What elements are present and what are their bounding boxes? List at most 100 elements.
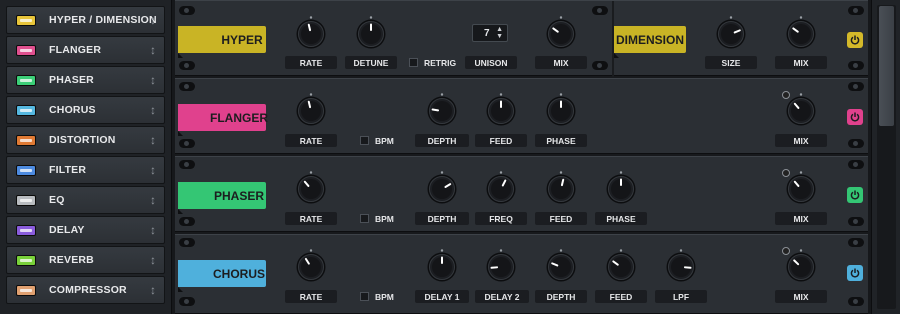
fx-list-item[interactable]: DELAY ↕ xyxy=(6,216,165,244)
fx-list-item-label: COMPRESSOR xyxy=(49,284,127,296)
fx-rack: HYPER RATE DETUNE RETRIG 7 ▲ ▼ UNISON MIX… xyxy=(175,0,868,314)
fx-led-icon[interactable] xyxy=(16,14,36,26)
phaser-depth-knob[interactable] xyxy=(425,171,459,205)
drag-handle-icon[interactable]: ↕ xyxy=(150,193,156,207)
chorus-bpm-label: BPM xyxy=(375,292,394,302)
fx-list-item[interactable]: DISTORTION ↕ xyxy=(6,126,165,154)
drag-handle-icon[interactable]: ↕ xyxy=(150,13,156,27)
chorus-feed-knob[interactable] xyxy=(604,249,638,283)
scrollbar-thumb[interactable] xyxy=(879,6,894,126)
fx-led-icon[interactable] xyxy=(16,134,36,146)
chorus-delay1-label: DELAY 1 xyxy=(415,290,469,303)
chorus-delay2-knob[interactable] xyxy=(484,249,518,283)
chorus-bpm-checkbox[interactable] xyxy=(360,292,369,301)
fx-list-item-label: DISTORTION xyxy=(49,134,116,146)
hyper-rate-knob[interactable] xyxy=(294,16,328,50)
fx-list-item[interactable]: PHASER ↕ xyxy=(6,66,165,94)
flanger-rate-label: RATE xyxy=(285,134,337,147)
unison-label: UNISON xyxy=(465,56,517,69)
screw-icon xyxy=(848,160,864,169)
chorus-mix-knob[interactable] xyxy=(784,249,818,283)
fx-led-icon[interactable] xyxy=(16,284,36,296)
drag-handle-icon[interactable]: ↕ xyxy=(150,283,156,297)
drag-handle-icon[interactable]: ↕ xyxy=(150,133,156,147)
hyper-rate-label: RATE xyxy=(285,56,337,69)
flanger-tab: FLANGER xyxy=(178,104,268,136)
flanger-power-button[interactable] xyxy=(847,109,863,125)
dimension-mix-knob[interactable] xyxy=(784,16,818,50)
power-icon xyxy=(850,268,860,278)
fx-list-item[interactable]: CHORUS ↕ xyxy=(6,96,165,124)
fx-list-item[interactable]: HYPER / DIMENSION ↕ xyxy=(6,6,165,34)
hyper-tab: HYPER xyxy=(178,26,266,58)
fx-list-item-label: CHORUS xyxy=(49,104,96,116)
fx-list-item-label: HYPER / DIMENSION xyxy=(49,14,157,26)
drag-handle-icon[interactable]: ↕ xyxy=(150,253,156,267)
phaser-tab: PHASER xyxy=(178,182,266,214)
chorus-rate-knob[interactable] xyxy=(294,249,328,283)
hyper-mix-knob[interactable] xyxy=(544,16,578,50)
fx-led-icon[interactable] xyxy=(16,224,36,236)
flanger-bpm-checkbox[interactable] xyxy=(360,136,369,145)
fx-led-icon[interactable] xyxy=(16,44,36,56)
retrig-checkbox[interactable] xyxy=(409,58,418,67)
chorus-mix-label: MIX xyxy=(775,290,827,303)
fx-list-item[interactable]: FLANGER ↕ xyxy=(6,36,165,64)
fx-list-item[interactable]: COMPRESSOR ↕ xyxy=(6,276,165,304)
drag-handle-icon[interactable]: ↕ xyxy=(150,223,156,237)
phaser-rate-knob[interactable] xyxy=(294,171,328,205)
flanger-depth-knob[interactable] xyxy=(425,93,459,127)
chorus-feed-label: FEED xyxy=(595,290,647,303)
flanger-panel: FLANGER RATE BPM DEPTH FEED PHASE MIX xyxy=(175,78,868,154)
phaser-rate-label: RATE xyxy=(285,212,337,225)
phaser-phase-label: PHASE xyxy=(595,212,647,225)
hyper-detune-knob[interactable] xyxy=(354,16,388,50)
fx-list-item[interactable]: FILTER ↕ xyxy=(6,156,165,184)
chorus-depth-knob[interactable] xyxy=(544,249,578,283)
chorus-lpf-knob[interactable] xyxy=(664,249,698,283)
screw-icon xyxy=(592,6,608,15)
fx-list-item-label: EQ xyxy=(49,194,65,206)
chorus-depth-label: DEPTH xyxy=(535,290,587,303)
flanger-phase-knob[interactable] xyxy=(544,93,578,127)
phaser-bpm-label: BPM xyxy=(375,214,394,224)
phaser-bpm-checkbox[interactable] xyxy=(360,214,369,223)
drag-handle-icon[interactable]: ↕ xyxy=(150,103,156,117)
phaser-feed-label: FEED xyxy=(535,212,587,225)
phaser-freq-label: FREQ xyxy=(475,212,527,225)
fx-list: HYPER / DIMENSION ↕ FLANGER ↕ PHASER ↕ CHORUS ↕… xyxy=(0,0,172,314)
fx-led-icon[interactable] xyxy=(16,104,36,116)
drag-handle-icon[interactable]: ↕ xyxy=(150,163,156,177)
fx-list-item-label: FLANGER xyxy=(49,44,102,56)
phaser-freq-knob[interactable] xyxy=(484,171,518,205)
drag-handle-icon[interactable]: ↕ xyxy=(150,73,156,87)
fx-list-item-label: REVERB xyxy=(49,254,94,266)
phaser-phase-knob[interactable] xyxy=(604,171,638,205)
flanger-rate-knob[interactable] xyxy=(294,93,328,127)
drag-handle-icon[interactable]: ↕ xyxy=(150,43,156,57)
chorus-power-button[interactable] xyxy=(847,265,863,281)
flanger-mix-knob[interactable] xyxy=(784,93,818,127)
power-icon xyxy=(850,112,860,122)
flanger-feed-label: FEED xyxy=(475,134,527,147)
fx-led-icon[interactable] xyxy=(16,74,36,86)
flanger-feed-knob[interactable] xyxy=(484,93,518,127)
dimension-power-button[interactable] xyxy=(847,32,863,48)
power-icon xyxy=(850,190,860,200)
screw-icon xyxy=(848,61,864,70)
screw-icon xyxy=(179,6,195,15)
rack-scrollbar[interactable] xyxy=(871,0,900,314)
power-icon xyxy=(850,35,860,45)
fx-led-icon[interactable] xyxy=(16,164,36,176)
fx-led-icon[interactable] xyxy=(16,254,36,266)
unison-stepper[interactable]: 7 ▲ ▼ xyxy=(472,24,508,42)
fx-list-item[interactable]: EQ ↕ xyxy=(6,186,165,214)
phaser-feed-knob[interactable] xyxy=(544,171,578,205)
phaser-power-button[interactable] xyxy=(847,187,863,203)
fx-list-item-label: PHASER xyxy=(49,74,94,86)
chorus-delay1-knob[interactable] xyxy=(425,249,459,283)
fx-list-item[interactable]: REVERB ↕ xyxy=(6,246,165,274)
dimension-size-knob[interactable] xyxy=(714,16,748,50)
fx-led-icon[interactable] xyxy=(16,194,36,206)
phaser-mix-knob[interactable] xyxy=(784,171,818,205)
